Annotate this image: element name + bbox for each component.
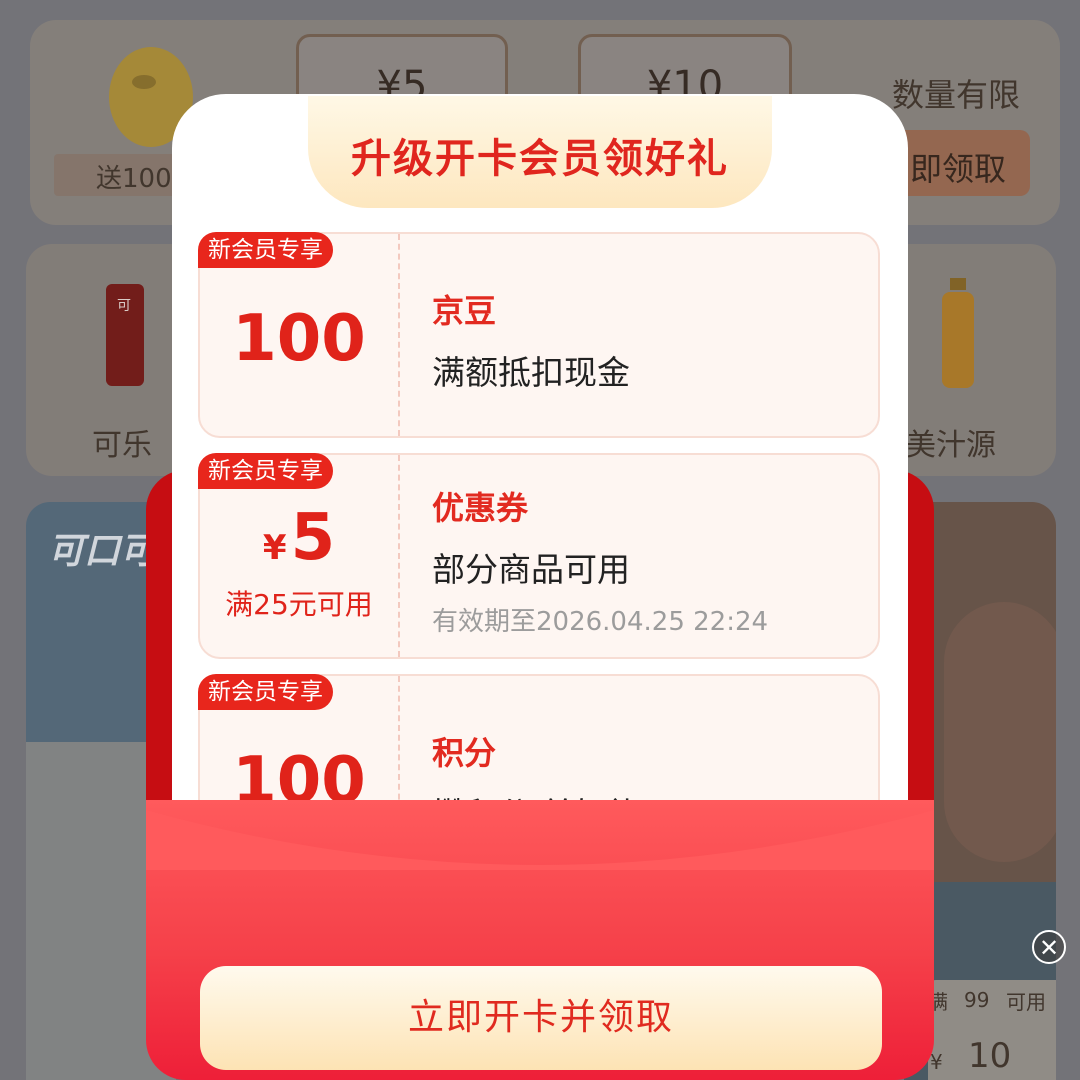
coupon-title: 京豆 bbox=[432, 292, 497, 330]
coupon-title: 优惠券 bbox=[432, 489, 529, 527]
new-member-badge: 新会员专享 bbox=[198, 232, 333, 268]
open-card-claim-button[interactable]: 立即开卡并领取 bbox=[200, 966, 882, 1070]
coupon-desc: 部分商品可用 bbox=[432, 550, 630, 589]
coupon-divider bbox=[398, 234, 400, 436]
coupon-title: 积分 bbox=[432, 734, 497, 772]
coupon-currency: ¥ bbox=[262, 528, 287, 568]
coupon-discount[interactable]: 新会员专享 ¥5 满25元可用 优惠券 部分商品可用 有效期至2026.04.2… bbox=[198, 453, 880, 659]
band-curve bbox=[146, 810, 934, 870]
coupon-desc: 满额抵扣现金 bbox=[432, 353, 630, 392]
coupon-amount-wrap: ¥5 bbox=[200, 501, 398, 575]
coupon-divider bbox=[398, 455, 400, 657]
new-member-badge: 新会员专享 bbox=[198, 674, 333, 710]
coupon-condition: 满25元可用 bbox=[225, 588, 373, 621]
coupon-amount: 100 bbox=[232, 302, 366, 376]
coupon-expire: 有效期至2026.04.25 22:24 bbox=[432, 607, 769, 637]
close-icon[interactable]: ✕ bbox=[1032, 930, 1066, 964]
new-member-badge: 新会员专享 bbox=[198, 453, 333, 489]
modal-title: 升级开卡会员领好礼 bbox=[351, 136, 729, 182]
coupon-amount: 5 bbox=[290, 501, 336, 575]
coupon-jingdou[interactable]: 新会员专享 100 京豆 满额抵扣现金 bbox=[198, 232, 880, 438]
